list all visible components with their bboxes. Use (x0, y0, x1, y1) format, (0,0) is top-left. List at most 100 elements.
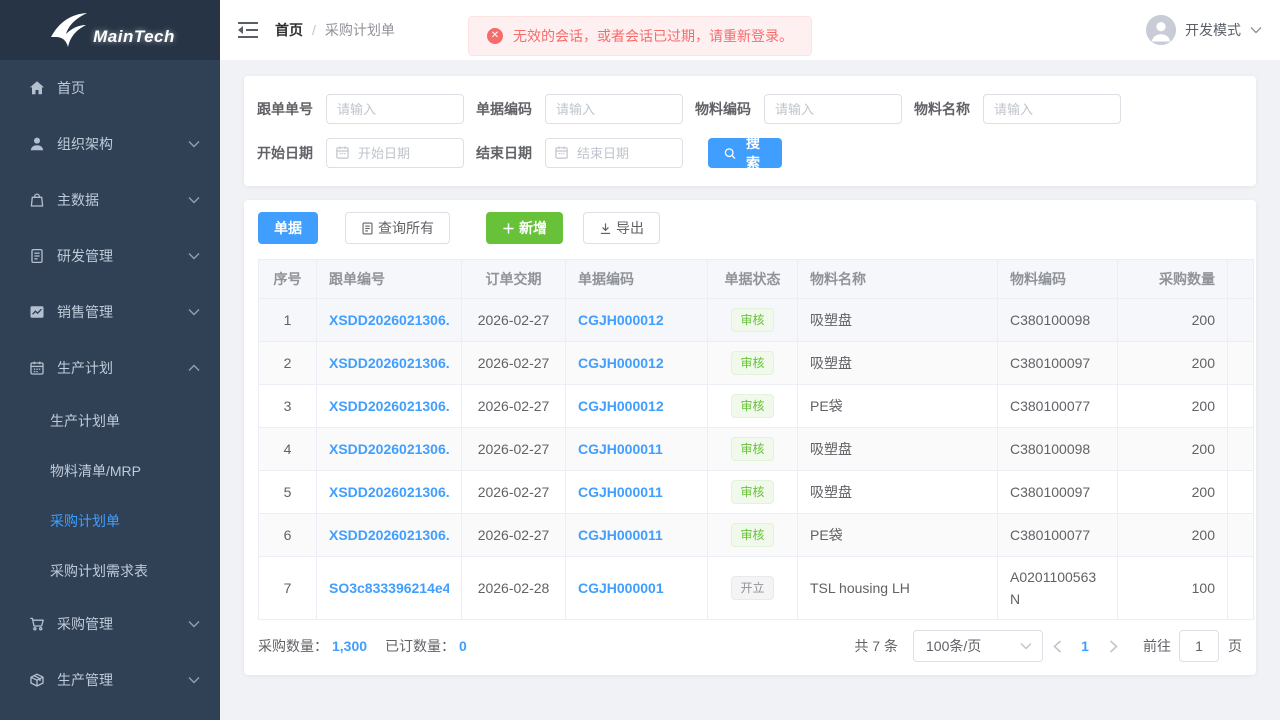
doc-no-link[interactable]: CGJH000011 (578, 527, 695, 543)
page-unit-label: 页 (1228, 638, 1242, 654)
sidebar-item-label: 组织架构 (57, 136, 113, 152)
query-all-button[interactable]: 查询所有 (345, 212, 450, 244)
avatar (1146, 15, 1176, 45)
material-code-input[interactable] (764, 94, 902, 124)
table-row: 4 XSDD2026021306.. 2026-02-27 CGJH000011… (258, 427, 1254, 471)
cell-material: PE袋 (797, 513, 998, 557)
page-size-select[interactable]: 100条/页 (913, 630, 1043, 662)
material-name-input[interactable] (983, 94, 1121, 124)
calendar-icon (336, 146, 349, 159)
sidebar-item-manufacturing[interactable]: 生产管理 (0, 652, 220, 708)
prev-page-button[interactable] (1043, 630, 1071, 662)
pagination-total: 共 7 条 (854, 638, 898, 654)
cell-material: PE袋 (797, 384, 998, 428)
cell-delivery: 2026-02-27 (461, 513, 566, 557)
chevron-up-icon (188, 364, 200, 371)
query-all-button-label: 查询所有 (378, 220, 434, 236)
order-no-link[interactable]: XSDD2026021306.. (329, 312, 449, 328)
app-root: MainTech 首页 组织架构 主数据 研发管理 销售管理 生产计划 生产计划… (0, 0, 1280, 720)
sidebar-item-purchasing[interactable]: 采购管理 (0, 596, 220, 652)
cell-code: C380100098 (997, 427, 1118, 471)
chevron-down-icon (188, 309, 200, 316)
cell-qty: 200 (1117, 513, 1228, 557)
purchase-qty-total-value: 1,300 (332, 638, 368, 654)
col-header-status: 单据状态 (707, 259, 798, 299)
sidebar-item-org[interactable]: 组织架构 (0, 116, 220, 172)
sidebar: MainTech 首页 组织架构 主数据 研发管理 销售管理 生产计划 生产计划… (0, 0, 220, 720)
cell-material: 吸塑盘 (797, 470, 998, 514)
order-no-link[interactable]: XSDD2026021306.. (329, 441, 449, 457)
doc-no-link[interactable]: CGJH000012 (578, 398, 695, 414)
sidebar-item-production-plan[interactable]: 生产计划 (0, 340, 220, 396)
doc-no-link[interactable]: CGJH000012 (578, 312, 695, 328)
sidebar-fold-icon[interactable] (238, 21, 258, 39)
brand-name: MainTech (93, 27, 175, 46)
page-number[interactable]: 1 (1071, 638, 1099, 654)
breadcrumb-home[interactable]: 首页 (275, 20, 303, 40)
bill-button[interactable]: 单据 (258, 212, 318, 244)
cell-index: 6 (258, 513, 317, 557)
sidebar-item-sales[interactable]: 销售管理 (0, 284, 220, 340)
chevron-right-icon (1109, 639, 1118, 653)
order-no-link[interactable]: SO3c833396214e40 (329, 580, 449, 596)
doc-no-link[interactable]: CGJH000012 (578, 355, 695, 371)
doc-no-link[interactable]: CGJH000001 (578, 580, 695, 596)
bill-button-label: 单据 (274, 220, 302, 236)
order-no-link[interactable]: XSDD2026021306.. (329, 484, 449, 500)
sidebar-subitem-purchase-plan-order[interactable]: 采购计划单 (0, 496, 220, 546)
doc-no-link[interactable]: CGJH000011 (578, 441, 695, 457)
user-menu[interactable]: 开发模式 (1146, 15, 1262, 45)
next-page-button[interactable] (1099, 630, 1127, 662)
cell-code: A0201100563N (997, 556, 1118, 620)
cell-filler (1227, 298, 1254, 342)
top-header: 首页 / 采购计划单 ✕ 无效的会话，或者会话已过期，请重新登录。 开发模式 (220, 0, 1280, 60)
add-button[interactable]: 新增 (486, 212, 563, 244)
chart-icon (28, 303, 46, 321)
search-button[interactable]: 搜索 (708, 135, 782, 171)
order-no-link[interactable]: XSDD2026021306.. (329, 355, 449, 371)
sidebar-item-master-data[interactable]: 主数据 (0, 172, 220, 228)
sidebar-subitem-label: 采购计划需求表 (50, 563, 148, 579)
export-button[interactable]: 导出 (583, 212, 660, 244)
doc-no-link[interactable]: CGJH000011 (578, 484, 695, 500)
cell-qty: 200 (1117, 470, 1228, 514)
chevron-down-icon (188, 141, 200, 148)
table-row: 5 XSDD2026021306.. 2026-02-27 CGJH000011… (258, 470, 1254, 514)
table-row: 6 XSDD2026021306.. 2026-02-27 CGJH000011… (258, 513, 1254, 557)
sidebar-subitem-purchase-plan-demand[interactable]: 采购计划需求表 (0, 546, 220, 596)
purchase-qty-total-label: 采购数量： (258, 638, 328, 654)
cell-code: C380100077 (997, 384, 1118, 428)
cell-delivery: 2026-02-27 (461, 427, 566, 471)
sidebar-item-label: 生产管理 (57, 672, 113, 688)
bag-icon (28, 191, 46, 209)
cell-qty: 200 (1117, 427, 1228, 471)
cell-code: C380100077 (997, 513, 1118, 557)
doc-code-input[interactable] (545, 94, 683, 124)
sidebar-item-home[interactable]: 首页 (0, 60, 220, 116)
status-badge: 审核 (731, 480, 774, 504)
cell-index: 3 (258, 384, 317, 428)
order-no-link[interactable]: XSDD2026021306.. (329, 527, 449, 543)
filter-label: 开始日期 (257, 145, 313, 161)
export-button-label: 导出 (616, 220, 644, 236)
sidebar-subitem-bom-mrp[interactable]: 物料清单/MRP (0, 446, 220, 496)
cell-filler (1227, 513, 1254, 557)
sidebar-item-label: 首页 (57, 80, 85, 96)
cell-delivery: 2026-02-28 (461, 556, 566, 620)
filter-end-date: 结束日期 (476, 138, 683, 168)
filter-label: 物料名称 (914, 101, 970, 117)
main-content: 跟单单号 单据编码 物料编码 物料名称 (220, 60, 1280, 720)
filter-label: 单据编码 (476, 101, 532, 117)
status-badge: 审核 (731, 394, 774, 418)
cell-index: 1 (258, 298, 317, 342)
cell-material: 吸塑盘 (797, 427, 998, 471)
goto-page-input[interactable] (1179, 630, 1219, 662)
order-no-input[interactable] (326, 94, 464, 124)
cell-filler (1227, 556, 1254, 620)
sidebar-subitem-production-plan-order[interactable]: 生产计划单 (0, 396, 220, 446)
toolbar: 单据 查询所有 新增 导出 (258, 212, 1256, 244)
sidebar-item-rnd[interactable]: 研发管理 (0, 228, 220, 284)
search-icon (724, 147, 736, 159)
order-no-link[interactable]: XSDD2026021306.. (329, 398, 449, 414)
pagination: 共 7 条 100条/页 1 前往 1 页 (854, 630, 1242, 662)
